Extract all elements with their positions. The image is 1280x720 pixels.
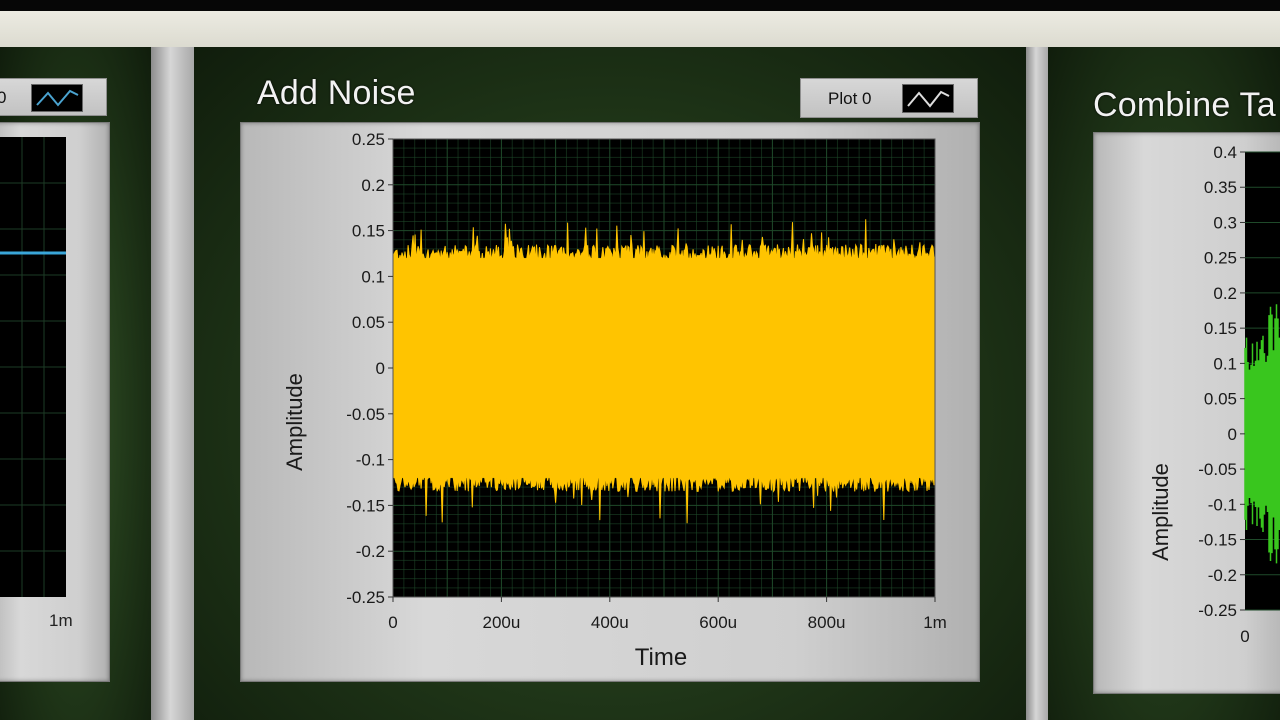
x-axis-label: Time <box>635 644 687 671</box>
combine-title: Combine Ta <box>1093 86 1276 124</box>
combine-y-tick-label: 0.25 <box>1204 249 1237 268</box>
combine-y-tick-label: 0.4 <box>1213 143 1237 162</box>
left-plot-legend[interactable]: 0 <box>0 78 107 116</box>
left-plot-area[interactable] <box>0 137 66 597</box>
waveform-graph[interactable]: Amplitude Time 0.25 0.2 0.15 0.1 0.05 0 -0.05 -… <box>240 122 978 680</box>
combine-y-axis-ticks: 0.4 0.35 0.3 0.25 0.2 0.15 0.1 0.05 0 -0.05 -0.1 -0… <box>1198 143 1245 620</box>
left-legend-label: 0 <box>0 88 7 107</box>
combine-y-tick-label: 0.1 <box>1213 354 1237 373</box>
combine-y-tick-label: -0.25 <box>1198 601 1237 620</box>
y-axis-ticks: 0.25 0.2 0.15 0.1 0.05 0 -0.05 -0.1 -0.15 -0.2 -0.… <box>346 130 393 607</box>
y-tick-label: 0.15 <box>352 222 385 241</box>
plot-line-style-icon[interactable] <box>902 84 954 113</box>
x-tick-label: 600u <box>699 613 737 632</box>
combine-y-tick-label: 0.35 <box>1204 178 1237 197</box>
y-tick-label: 0.2 <box>361 176 385 195</box>
x-tick-label: 400u <box>591 613 629 632</box>
combine-graph[interactable]: Amplitude 0.40.350.30.250.20.150.10.050-… <box>1093 132 1280 692</box>
y-tick-label: -0.25 <box>346 588 385 607</box>
combine-y-tick-label: 0.3 <box>1213 213 1237 232</box>
x-tick-label: 1m <box>923 613 947 632</box>
combine-y-tick-label: 0.2 <box>1213 284 1237 303</box>
x-axis-ticks: 0 200u 400u 600u 800u 1m <box>388 597 947 632</box>
front-panel-toolbar <box>0 11 1280 49</box>
noise-waveform <box>392 219 936 524</box>
plot-legend[interactable]: Plot 0 <box>800 78 978 118</box>
y-axis-label: Amplitude <box>282 373 307 471</box>
combine-y-tick-label: -0.05 <box>1198 460 1237 479</box>
x-tick-label: 0 <box>388 613 397 632</box>
y-tick-label: -0.1 <box>356 451 385 470</box>
combine-y-tick-label: -0.15 <box>1198 531 1237 550</box>
plot-legend-label: Plot 0 <box>828 89 872 108</box>
window-top-bar <box>0 0 1280 11</box>
y-tick-label: -0.05 <box>346 405 385 424</box>
y-tick-label: 0 <box>376 359 385 378</box>
add-noise-title: Add Noise <box>257 74 416 112</box>
y-tick-label: -0.15 <box>346 496 385 515</box>
combine-y-tick-label: 0.05 <box>1204 390 1237 409</box>
y-tick-label: 0.1 <box>361 267 385 286</box>
combine-y-tick-label: 0.15 <box>1204 319 1237 338</box>
section-divider-left <box>151 47 194 720</box>
combine-y-tick-label: -0.2 <box>1208 566 1237 585</box>
y-tick-label: 0.05 <box>352 313 385 332</box>
combine-x-tick-label: 0 <box>1240 627 1249 646</box>
combine-y-tick-label: 0 <box>1228 425 1237 444</box>
combine-y-tick-label: -0.1 <box>1208 495 1237 514</box>
y-tick-label: 0.25 <box>352 130 385 149</box>
x-tick-label: 200u <box>482 613 520 632</box>
combine-y-axis-label: Amplitude <box>1148 463 1173 561</box>
left-x-tick-1m: 1m <box>49 611 73 630</box>
x-tick-label: 800u <box>808 613 846 632</box>
left-legend-line-icon[interactable] <box>31 84 83 112</box>
section-divider-right <box>1026 47 1048 720</box>
y-tick-label: -0.2 <box>356 542 385 561</box>
